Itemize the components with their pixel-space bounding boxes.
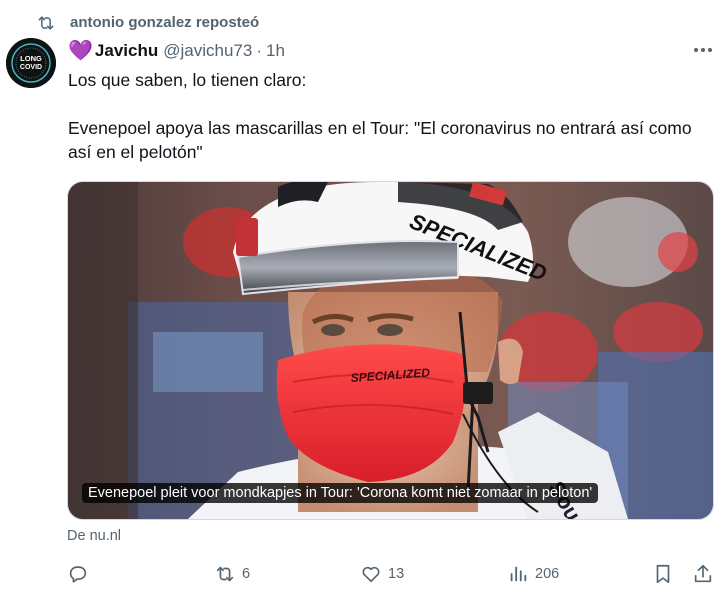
tweet-header: 💜 Javichu @javichu73 · 1h: [68, 40, 285, 62]
separator-dot: ·: [256, 41, 262, 60]
like-count: 13: [388, 566, 405, 582]
timestamp[interactable]: 1h: [266, 41, 285, 61]
card-source[interactable]: De nu.nl: [67, 528, 121, 544]
repost-icon: [38, 16, 54, 30]
author-name[interactable]: Javichu: [95, 41, 158, 61]
views-icon: [510, 566, 527, 582]
heart-icon: [362, 566, 380, 583]
author-handle[interactable]: @javichu73: [163, 41, 252, 61]
avatar[interactable]: LONG COVID: [6, 38, 56, 88]
purple-heart-icon: 💜: [68, 40, 93, 62]
repost-icon: [216, 566, 234, 582]
cyclist-photo: Soudal SPECIALIZED SPECIALIZED: [68, 182, 713, 519]
bookmark-button[interactable]: [652, 558, 674, 590]
link-card[interactable]: Soudal SPECIALIZED SPECIALIZED Evenepoel…: [67, 181, 714, 520]
more-icon: [694, 48, 712, 52]
like-button[interactable]: 13: [360, 558, 404, 590]
action-bar: 6 13 206: [0, 558, 728, 590]
reply-icon: [69, 566, 87, 583]
bookmark-icon: [656, 564, 670, 584]
views-count: 206: [535, 566, 560, 582]
repost-banner: antonio gonzalez reposteó: [36, 12, 259, 34]
more-options-button[interactable]: [692, 40, 714, 60]
reply-button[interactable]: [67, 558, 89, 590]
repost-button[interactable]: 6: [214, 558, 250, 590]
share-icon: [694, 564, 712, 583]
card-caption: Evenepoel pleit voor mondkapjes in Tour:…: [82, 483, 599, 503]
share-button[interactable]: [692, 558, 714, 590]
tweet-paragraph: Los que saben, lo tienen claro:: [68, 70, 307, 90]
views-button[interactable]: 206: [507, 558, 559, 590]
avatar-text-top: LONG: [20, 54, 42, 63]
repost-count: 6: [242, 566, 251, 582]
tweet-paragraph: Evenepoel apoya las mascarillas en el To…: [68, 118, 692, 162]
repost-text[interactable]: antonio gonzalez reposteó: [70, 14, 259, 31]
avatar-text-bottom: COVID: [20, 64, 42, 71]
tweet-text: Los que saben, lo tienen claro: Evenepoe…: [68, 68, 708, 164]
